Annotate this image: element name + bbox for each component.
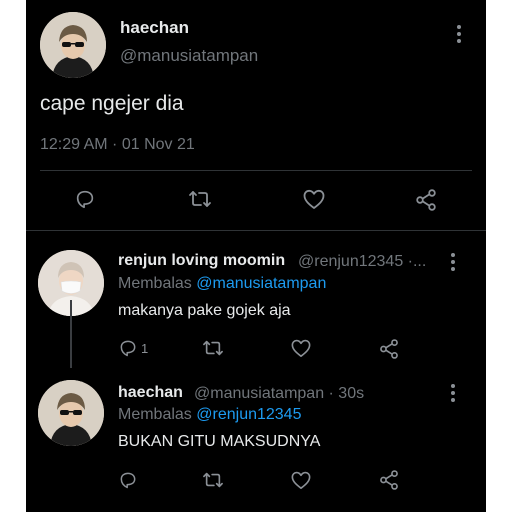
- like-icon: [291, 471, 311, 489]
- reply-count: 1: [141, 340, 149, 356]
- tweet-thread: haechan @manusiatampan cape ngejer dia 1…: [26, 0, 486, 512]
- retweet-icon: [203, 472, 223, 488]
- divider: [26, 230, 486, 231]
- reply-button[interactable]: [118, 470, 138, 490]
- retweet-button[interactable]: [202, 470, 224, 490]
- display-name[interactable]: haechan: [120, 18, 189, 38]
- divider: [40, 170, 472, 171]
- user-handle[interactable]: @manusiatampan · 30s: [194, 385, 364, 403]
- retweet-button[interactable]: [202, 338, 224, 358]
- replying-to: Membalas @manusiatampan: [118, 275, 326, 293]
- reply-icon: [120, 472, 136, 489]
- like-icon: [303, 189, 325, 209]
- user-handle[interactable]: @renjun12345 ·...: [298, 253, 426, 271]
- replying-prefix: Membalas: [118, 275, 192, 292]
- share-button[interactable]: [414, 188, 438, 212]
- share-icon: [380, 470, 398, 490]
- like-button[interactable]: [290, 470, 312, 490]
- reply-icon: [76, 190, 94, 209]
- replying-prefix: Membalas: [118, 406, 192, 423]
- mention-link[interactable]: @manusiatampan: [196, 275, 326, 292]
- tweet-timestamp[interactable]: 12:29 AM · 01 Nov 21: [40, 136, 195, 154]
- share-icon: [380, 339, 398, 359]
- display-name[interactable]: renjun loving moomin: [118, 252, 285, 270]
- avatar-image: [40, 12, 106, 78]
- more-options-icon[interactable]: [456, 25, 462, 43]
- tweet-text: makanya pake gojek aja: [118, 302, 291, 319]
- retweet-button[interactable]: [188, 188, 212, 210]
- tweet-text: cape ngejer dia: [40, 92, 184, 115]
- mention-link[interactable]: @renjun12345: [196, 406, 301, 423]
- user-handle[interactable]: @manusiatampan: [120, 46, 258, 66]
- share-button[interactable]: [378, 469, 400, 491]
- avatar[interactable]: [38, 380, 104, 446]
- tweet-text: BUKAN GITU MAKSUDNYA: [118, 433, 321, 450]
- more-options-icon[interactable]: [450, 384, 456, 402]
- more-options-icon[interactable]: [450, 253, 456, 271]
- like-button[interactable]: [302, 188, 326, 210]
- avatar-image: [38, 380, 104, 446]
- thread-connector-line: [70, 300, 72, 368]
- share-icon: [416, 189, 436, 211]
- display-name[interactable]: haechan: [118, 384, 183, 402]
- replying-to: Membalas @renjun12345: [118, 406, 301, 424]
- reply-icon: [120, 340, 136, 357]
- retweet-icon: [189, 191, 211, 207]
- retweet-icon: [203, 340, 223, 356]
- like-button[interactable]: [290, 338, 312, 358]
- like-icon: [291, 339, 311, 357]
- reply-button[interactable]: 1: [118, 338, 148, 358]
- reply-button[interactable]: [74, 188, 96, 210]
- avatar[interactable]: [40, 12, 106, 78]
- share-button[interactable]: [378, 338, 400, 360]
